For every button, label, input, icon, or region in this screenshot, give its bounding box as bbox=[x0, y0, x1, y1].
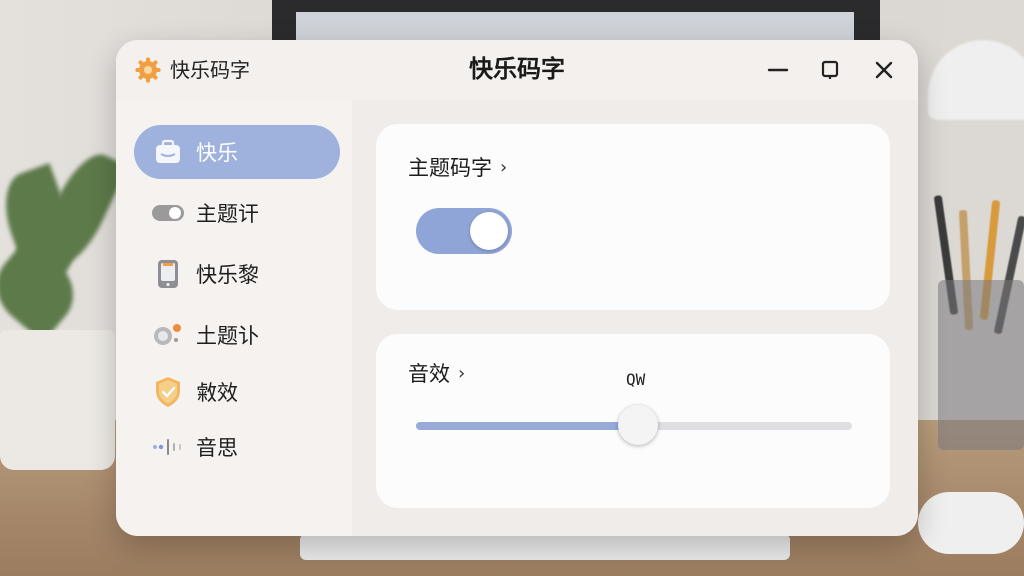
theme-card-title[interactable]: 主题码字 › bbox=[408, 152, 507, 182]
sound-card-title-label: 音效 bbox=[408, 362, 450, 386]
audio-wave-icon bbox=[150, 429, 186, 465]
theme-card: 主题码字 › bbox=[376, 124, 890, 310]
sidebar-item-label: 土题讣 bbox=[196, 324, 259, 348]
background-plant-pot bbox=[0, 330, 115, 470]
sidebar-item-label: 快乐黎 bbox=[196, 263, 259, 287]
briefcase-icon bbox=[150, 134, 186, 170]
toggle-icon bbox=[150, 195, 186, 231]
sound-card-title[interactable]: 音效 › bbox=[408, 358, 465, 388]
window-title: 快乐码字 bbox=[469, 55, 565, 83]
slider-thumb[interactable] bbox=[618, 405, 659, 445]
maximize-button[interactable] bbox=[814, 54, 846, 86]
background-monitor-screen bbox=[296, 12, 854, 42]
app-window: 快乐码字 快乐码字 快乐 主题讦 快乐黎 土题讣 敹效 音思 主题码字 › 音效… bbox=[116, 40, 918, 536]
slider-fill bbox=[416, 422, 639, 430]
sidebar-item-label: 主题讦 bbox=[196, 202, 259, 226]
sidebar-item-yinsi[interactable]: 音思 bbox=[134, 420, 340, 474]
minimize-icon bbox=[767, 68, 789, 72]
sidebar-item-kuaile-li[interactable]: 快乐黎 bbox=[134, 247, 340, 301]
close-button[interactable] bbox=[868, 54, 900, 86]
chevron-right-icon: › bbox=[458, 362, 466, 384]
sound-card: 音效 › QW bbox=[376, 334, 890, 508]
sidebar-item-label: 快乐 bbox=[196, 141, 238, 165]
sidebar-item-label: 音思 bbox=[196, 436, 238, 460]
title-bar: 快乐码字 快乐码字 bbox=[116, 40, 918, 100]
close-icon bbox=[875, 61, 893, 79]
slider-value-label: QW bbox=[626, 370, 646, 389]
tablet-icon bbox=[150, 256, 186, 292]
minimize-button[interactable] bbox=[762, 54, 794, 86]
sound-slider[interactable] bbox=[416, 405, 852, 445]
background-mouse bbox=[918, 492, 1024, 554]
sidebar-item-label: 敹效 bbox=[196, 381, 238, 405]
background-keyboard bbox=[300, 534, 790, 560]
sidebar-item-xiao[interactable]: 敹效 bbox=[134, 365, 340, 419]
theme-card-title-label: 主题码字 bbox=[408, 156, 492, 180]
sidebar-item-kuaile[interactable]: 快乐 bbox=[134, 125, 340, 179]
chevron-right-icon: › bbox=[500, 156, 508, 178]
maximize-icon bbox=[821, 60, 839, 79]
theme-toggle[interactable] bbox=[416, 208, 512, 254]
sidebar-item-tuti[interactable]: 土题讣 bbox=[134, 308, 340, 362]
shield-check-icon bbox=[150, 374, 186, 410]
toggle-knob bbox=[470, 212, 508, 250]
sidebar-item-zhuti[interactable]: 主题讦 bbox=[134, 186, 340, 240]
settings-content: 主题码字 › 音效 › QW bbox=[352, 100, 918, 536]
sidebar: 快乐 主题讦 快乐黎 土题讣 敹效 音思 bbox=[116, 100, 352, 536]
background-pencil-cup bbox=[938, 280, 1024, 450]
notification-toggle-icon bbox=[150, 317, 186, 353]
